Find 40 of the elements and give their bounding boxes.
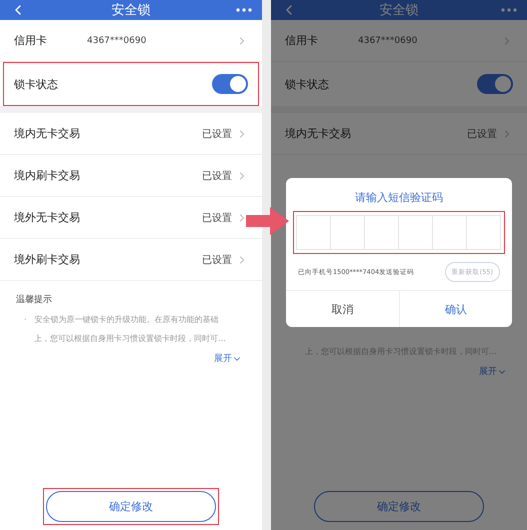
lock-toggle[interactable]	[212, 74, 248, 94]
setting-label: 境外刷卡交易	[14, 252, 80, 267]
arrow-icon	[246, 205, 290, 237]
expand-link[interactable]: 展开	[479, 365, 507, 378]
confirm-change-button[interactable]: 确定修改	[46, 491, 216, 522]
code-digit-field[interactable]	[466, 215, 501, 250]
setting-label: 境外无卡交易	[14, 210, 80, 225]
status-text: 已设置	[202, 128, 232, 140]
code-digit-field[interactable]	[432, 215, 467, 250]
setting-label: 境内刷卡交易	[14, 168, 80, 183]
tip-text: 上，您可以根据自身用卡习惯设置锁卡时段，同时可…	[34, 333, 226, 344]
status-text: 已设置	[202, 254, 232, 266]
status-text: 已设置	[202, 212, 232, 224]
card-label: 信用卡	[285, 33, 318, 48]
status-text: 已设置	[202, 170, 232, 182]
card-label: 信用卡	[14, 33, 47, 48]
nav-title: 安全锁	[112, 2, 150, 19]
code-digit-field[interactable]	[364, 215, 399, 250]
lock-label: 锁卡状态	[285, 76, 329, 92]
lock-toggle[interactable]	[477, 74, 513, 94]
status-text: 已设置	[467, 128, 497, 140]
setting-label: 境内无卡交易	[285, 126, 351, 141]
code-digit-field[interactable]	[296, 215, 331, 250]
confirm-change-button[interactable]: 确定修改	[314, 491, 484, 522]
confirm-button[interactable]: 确认	[398, 291, 512, 327]
lock-label: 锁卡状态	[14, 76, 58, 92]
code-digit-field[interactable]	[330, 215, 365, 250]
more-icon[interactable]	[501, 8, 517, 12]
tips-title: 温馨提示	[16, 294, 53, 306]
nav-title: 安全锁	[380, 2, 418, 19]
card-number: 4367***0690	[358, 36, 418, 46]
code-digit-field[interactable]	[398, 215, 433, 250]
tip-text: 安全锁为原一键锁卡的升级功能。在原有功能的基础	[34, 314, 219, 325]
dialog-title: 请输入短信验证码	[354, 190, 444, 205]
more-icon[interactable]	[236, 8, 252, 12]
expand-link[interactable]: 展开	[214, 352, 242, 365]
card-number: 4367***0690	[87, 36, 148, 46]
setting-label: 境内无卡交易	[14, 126, 80, 141]
cancel-button[interactable]: 取消	[286, 291, 398, 327]
bullet: ·	[24, 314, 27, 325]
